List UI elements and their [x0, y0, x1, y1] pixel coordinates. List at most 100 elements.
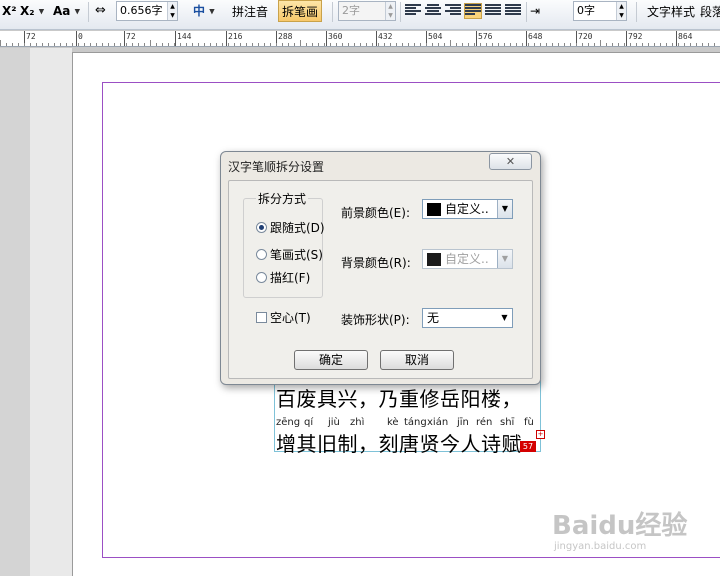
- ruler-minor-tick: [60, 43, 61, 46]
- ruler-minor-tick: [246, 43, 247, 46]
- ruler-minor-tick: [498, 43, 499, 46]
- indent-input[interactable]: 2字 ▲ ▼: [338, 1, 396, 21]
- ruler-minor-tick: [198, 43, 199, 46]
- font-case-button[interactable]: Aa ▼: [53, 0, 80, 22]
- ruler-minor-tick: [276, 43, 277, 46]
- pinyin-button[interactable]: 拼注音: [228, 0, 272, 22]
- decoration-shape-select[interactable]: 无 ▼: [422, 308, 513, 328]
- distribute-icon[interactable]: [505, 4, 521, 18]
- ruler-minor-tick: [354, 43, 355, 46]
- radio-stroke[interactable]: 笔画式(S): [256, 246, 323, 263]
- cancel-button[interactable]: 取消: [380, 350, 454, 370]
- font-case-label: Aa: [53, 4, 71, 18]
- ruler-minor-tick: [510, 43, 511, 46]
- chevron-down-icon[interactable]: ▼: [497, 309, 512, 327]
- chevron-down-icon[interactable]: ▼: [39, 8, 44, 16]
- ruler-minor-tick: [444, 43, 445, 46]
- ruler-major-tick: [175, 31, 176, 46]
- chevron-down-icon[interactable]: ▼: [497, 250, 512, 268]
- pinyin-syllable: rén: [476, 417, 493, 428]
- color-swatch: [427, 203, 441, 216]
- ruler-minor-tick: [420, 43, 421, 46]
- ruler-minor-tick: [186, 43, 187, 46]
- ruler-minor-tick: [330, 43, 331, 46]
- ruler-minor-tick: [228, 43, 229, 46]
- pinyin-syllable: jīn: [457, 417, 469, 428]
- ruler-minor-tick: [486, 43, 487, 46]
- justify-all-icon[interactable]: [485, 4, 501, 18]
- justify-icon[interactable]: [464, 3, 482, 19]
- ruler-minor-tick: [438, 43, 439, 46]
- subscript-button[interactable]: X₂ ▼: [20, 0, 44, 22]
- ruler-minor-tick: [546, 43, 547, 46]
- ruler-minor-tick: [408, 43, 409, 46]
- close-button[interactable]: ✕: [489, 153, 532, 170]
- ruler-minor-tick: [552, 43, 553, 46]
- spin-arrows-icon[interactable]: ▲ ▼: [167, 2, 177, 20]
- ruler-minor-tick: [126, 43, 127, 46]
- superscript-button[interactable]: X²: [2, 0, 17, 22]
- ruler-minor-tick: [660, 43, 661, 46]
- ruler-minor-tick: [432, 43, 433, 46]
- ruler-minor-tick: [402, 43, 403, 46]
- ruler-minor-tick: [84, 43, 85, 46]
- chevron-down-icon[interactable]: ▼: [75, 8, 80, 16]
- ruler-minor-tick: [48, 43, 49, 46]
- chevron-down-icon[interactable]: ▼: [209, 8, 214, 16]
- ruler-major-tick: [76, 31, 77, 46]
- text-line-1: 百废具兴，乃重修岳阳楼，: [276, 387, 522, 411]
- page-gutter: [30, 48, 72, 576]
- ruler-label: 72: [26, 32, 36, 41]
- center-mark-button[interactable]: 中 ▼: [193, 0, 215, 22]
- ruler-minor-tick: [636, 43, 637, 46]
- ruler-minor-tick: [0, 40, 1, 46]
- ruler-minor-tick: [96, 43, 97, 46]
- foreground-color-value: 自定义..: [445, 202, 489, 216]
- ruler-label: 576: [478, 32, 493, 41]
- checkbox-icon: [256, 312, 267, 323]
- spin-arrows-icon[interactable]: ▲ ▼: [385, 2, 395, 20]
- align-left-icon[interactable]: [405, 4, 421, 18]
- ruler-minor-tick: [624, 43, 625, 46]
- line-indent-input[interactable]: 0字 ▲ ▼: [573, 1, 627, 21]
- radio-trace[interactable]: 描红(F): [256, 269, 310, 286]
- stroke-split-settings-dialog: 汉字笔顺拆分设置 ✕ 拆分方式 跟随式(D) 笔画式(S) 描红(F) 前景颜色…: [220, 151, 541, 385]
- ruler-minor-tick: [324, 43, 325, 46]
- hollow-checkbox[interactable]: 空心(T): [256, 309, 311, 326]
- stroke-split-button[interactable]: 拆笔画: [278, 0, 323, 22]
- ruler-minor-tick: [654, 43, 655, 46]
- text-line-2: 增其旧制，刻唐贤今人诗赋: [276, 432, 522, 456]
- ruler-label: 792: [628, 32, 643, 41]
- ruler-minor-tick: [264, 43, 265, 46]
- ruler-minor-tick: [282, 43, 283, 46]
- ruler-minor-tick: [390, 43, 391, 46]
- radio-follow[interactable]: 跟随式(D): [256, 219, 325, 236]
- ok-button[interactable]: 确定: [294, 350, 368, 370]
- char-spacing-input[interactable]: 0.656字 ▲ ▼: [116, 1, 178, 21]
- background-color-value: 自定义..: [445, 252, 489, 266]
- paragraph-button[interactable]: 段落: [696, 0, 720, 22]
- foreground-color-select[interactable]: 自定义.. ▼: [422, 199, 513, 219]
- ruler-minor-tick: [456, 43, 457, 46]
- baidu-watermark: Baidu经验 jingyan.baidu.com: [552, 505, 712, 565]
- ruler-minor-tick: [36, 43, 37, 46]
- workspace-background: [0, 48, 30, 576]
- ruler-minor-tick: [372, 43, 373, 46]
- ruler-major-tick: [376, 31, 377, 46]
- ruler-major-tick: [676, 31, 677, 46]
- radio-selected-icon: [256, 222, 267, 233]
- ruler-minor-tick: [6, 43, 7, 46]
- background-color-select[interactable]: 自定义.. ▼: [422, 249, 513, 269]
- overflow-count-badge: 57: [520, 441, 536, 452]
- chevron-down-icon[interactable]: ▼: [497, 200, 512, 218]
- overflow-plus-icon[interactable]: +: [536, 430, 545, 439]
- ruler-minor-tick: [12, 43, 13, 46]
- spin-arrows-icon[interactable]: ▲ ▼: [616, 2, 626, 20]
- text-style-button[interactable]: 文字样式: [643, 0, 699, 22]
- ruler-minor-tick: [672, 43, 673, 46]
- align-right-icon[interactable]: [445, 4, 461, 18]
- ruler-major-tick: [626, 31, 627, 46]
- ruler-minor-tick: [120, 43, 121, 46]
- align-center-icon[interactable]: [425, 4, 441, 18]
- ruler-minor-tick: [210, 43, 211, 46]
